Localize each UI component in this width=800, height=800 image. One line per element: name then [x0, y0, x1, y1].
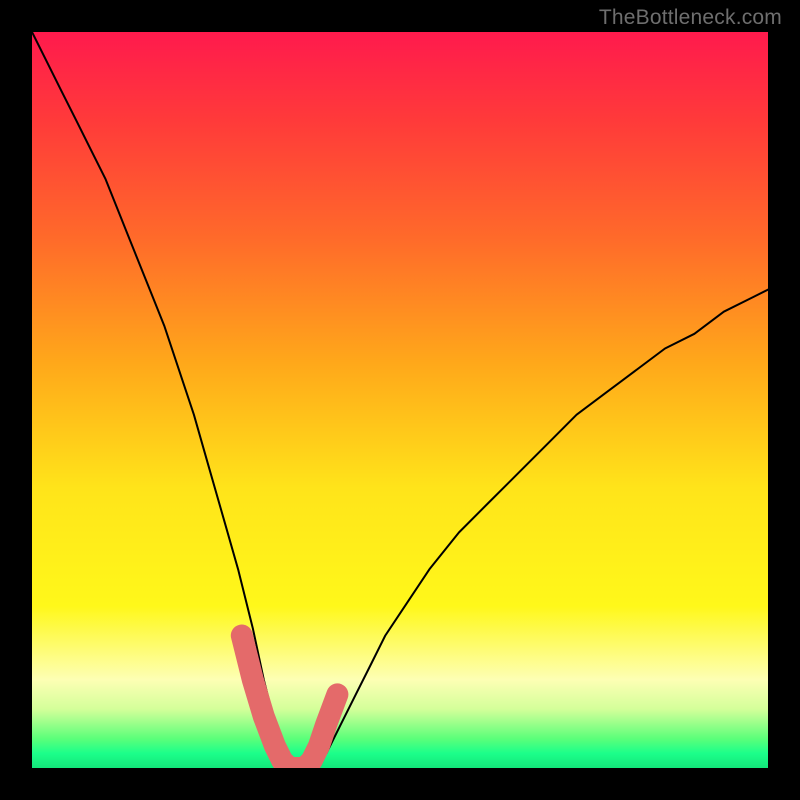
plot-area [32, 32, 768, 768]
optimal-range-highlight [242, 636, 338, 769]
watermark-text: TheBottleneck.com [599, 6, 782, 30]
bottleneck-curve [32, 32, 768, 768]
chart-stage: TheBottleneck.com [0, 0, 800, 800]
curve-overlay [32, 32, 768, 768]
